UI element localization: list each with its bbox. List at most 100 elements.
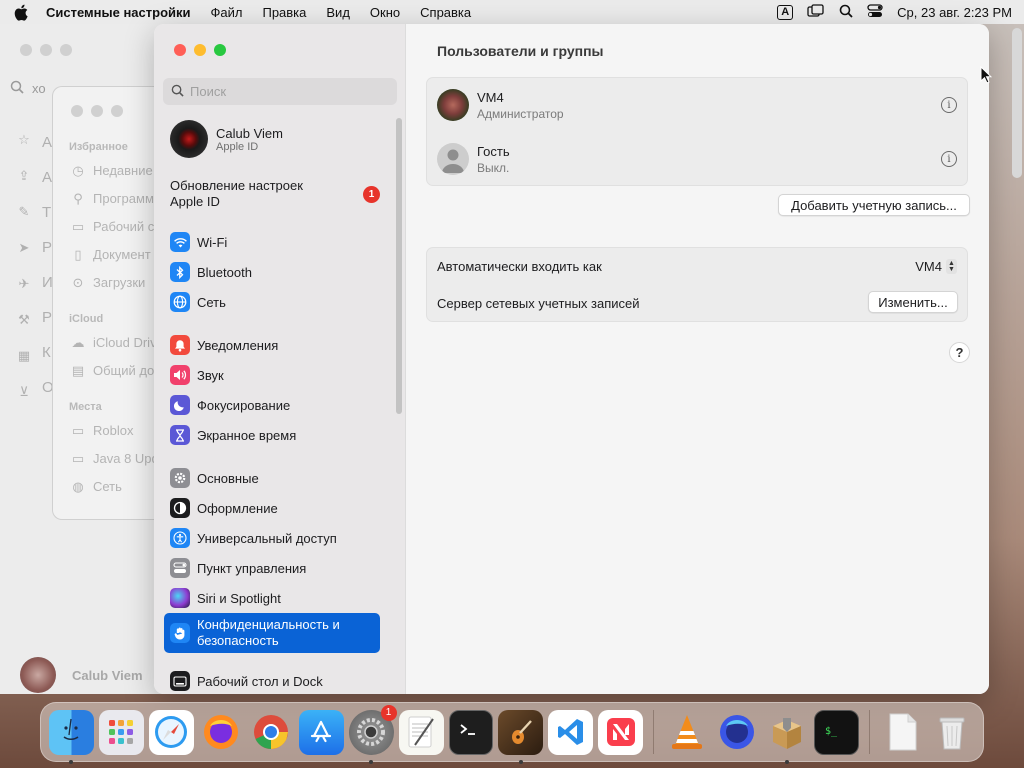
- terminal-icon[interactable]: [448, 709, 494, 755]
- sidebar-item-label: Экранное время: [197, 427, 297, 443]
- screen-mirroring-icon[interactable]: [807, 3, 825, 21]
- app-store-icon[interactable]: [298, 709, 344, 755]
- sidebar-item-network[interactable]: Сеть: [164, 288, 380, 316]
- minimize-button[interactable]: [194, 44, 206, 56]
- menu-edit[interactable]: Правка: [262, 5, 306, 20]
- sidebar-item-privacy-security[interactable]: Конфиденциальность и безопасность: [164, 613, 380, 653]
- control-center-icon[interactable]: [867, 3, 883, 21]
- launchpad-icon[interactable]: [98, 709, 144, 755]
- finder-icon[interactable]: [49, 709, 94, 764]
- menu-help[interactable]: Справка: [420, 5, 471, 20]
- user-name: Гость: [477, 143, 510, 159]
- hand-icon: [170, 623, 190, 643]
- finder-item-roblox[interactable]: ▭ Roblox: [71, 423, 134, 439]
- safari-icon[interactable]: [148, 709, 194, 755]
- finder-item-shared[interactable]: ▤ Общий до: [71, 363, 154, 379]
- sidebar-scrollbar[interactable]: [396, 118, 402, 414]
- background-user[interactable]: Calub Viem: [10, 648, 153, 702]
- search-input[interactable]: [190, 84, 380, 99]
- send-icon: ➤: [18, 240, 30, 255]
- sidebar-item-label: Конфиденциальность и безопасность: [197, 617, 340, 648]
- textedit-icon[interactable]: [398, 709, 444, 755]
- sidebar-item-screen-time[interactable]: Экранное время: [164, 421, 380, 449]
- finder-item-recent[interactable]: ◷ Недавние: [71, 163, 152, 179]
- user-row-guest[interactable]: Гость Выкл. i: [427, 132, 967, 186]
- sidebar-item-label: Пункт управления: [197, 560, 307, 576]
- sidebar-item-label: Siri и Spotlight: [197, 590, 281, 606]
- info-icon[interactable]: i: [941, 151, 957, 167]
- installer-icon[interactable]: [764, 710, 809, 764]
- finder-window-controls[interactable]: [71, 105, 123, 117]
- apple-id-update-item[interactable]: Обновление настроек Apple ID 1: [170, 178, 380, 210]
- avatar: [20, 657, 56, 693]
- script-terminal-icon[interactable]: $_: [814, 709, 860, 755]
- sidebar-search[interactable]: [163, 78, 397, 105]
- menu-window[interactable]: Окно: [370, 5, 400, 20]
- spotlight-search-icon[interactable]: [839, 4, 853, 21]
- finder-item-icloud-drive[interactable]: ☁ iCloud Driv: [71, 335, 157, 351]
- help-button[interactable]: ?: [949, 342, 970, 363]
- sidebar-item-sound[interactable]: Звук: [164, 361, 380, 389]
- menu-clock[interactable]: Ср, 23 авг. 2:23 PM: [897, 5, 1012, 20]
- finder-section-favorites: Избранное: [69, 141, 128, 153]
- search-icon: [171, 84, 184, 100]
- close-button[interactable]: [174, 44, 186, 56]
- sidebar-item-label: Оформление: [197, 500, 278, 516]
- auto-login-select[interactable]: VM4 ▲ ▼: [915, 259, 957, 274]
- finder-item-applications[interactable]: ⚲ Программ: [71, 190, 154, 207]
- menu-view[interactable]: Вид: [326, 5, 350, 20]
- firefox-icon[interactable]: [199, 710, 244, 755]
- info-icon[interactable]: i: [941, 97, 957, 113]
- background-window-controls[interactable]: [20, 44, 72, 56]
- edit-button[interactable]: Изменить...: [868, 291, 958, 313]
- finder-item-documents[interactable]: ▯ Документ: [71, 247, 150, 263]
- screen-scrollbar[interactable]: [1012, 28, 1022, 178]
- finder-item-java[interactable]: ▭ Java 8 Upd: [71, 451, 159, 467]
- input-source-indicator[interactable]: A: [777, 4, 794, 20]
- auto-login-value: VM4: [915, 259, 942, 274]
- applications-icon: ⚲: [73, 190, 83, 206]
- dock-separator: [869, 710, 871, 754]
- system-settings-icon[interactable]: 1: [348, 704, 397, 764]
- apple-menu-icon[interactable]: [12, 3, 30, 21]
- settings-content: Пользователи и группы VM4 Администратор …: [406, 24, 989, 694]
- sidebar-item-siri-spotlight[interactable]: Siri и Spotlight: [164, 584, 380, 612]
- user-row-vm4[interactable]: VM4 Администратор i: [427, 78, 967, 132]
- sidebar-item-appearance[interactable]: Оформление: [164, 494, 380, 522]
- sidebar-item-control-center[interactable]: Пункт управления: [164, 554, 380, 582]
- news-icon[interactable]: [598, 709, 644, 755]
- trash-icon[interactable]: [930, 710, 975, 755]
- vscode-icon[interactable]: [548, 709, 594, 755]
- svg-text:$_: $_: [825, 726, 838, 737]
- sidebar-item-general[interactable]: Основные: [164, 464, 380, 492]
- document-icon[interactable]: [880, 710, 925, 755]
- menu-app-name[interactable]: Системные настройки: [46, 5, 191, 20]
- menu-file[interactable]: Файл: [211, 5, 243, 20]
- garageband-icon[interactable]: [498, 709, 544, 764]
- sidebar-item-bluetooth[interactable]: Bluetooth: [164, 258, 380, 286]
- page-title: Пользователи и группы: [437, 43, 604, 59]
- apple-id-account[interactable]: Calub Viem Apple ID: [170, 120, 283, 158]
- background-search[interactable]: хо: [10, 80, 46, 97]
- sidebar-item-notifications[interactable]: Уведомления: [164, 331, 380, 359]
- finder-item-desktop[interactable]: ▭ Рабочий с: [71, 219, 154, 235]
- window-controls: [174, 44, 226, 56]
- sidebar-item-focus[interactable]: Фокусирование: [164, 391, 380, 419]
- chrome-icon[interactable]: [249, 710, 294, 755]
- dock: 1 $_: [40, 702, 984, 764]
- sidebar-item-wifi[interactable]: Wi-Fi: [164, 228, 380, 256]
- zoom-button[interactable]: [214, 44, 226, 56]
- wifi-icon: [170, 232, 190, 252]
- finder-item-label: iCloud Driv: [93, 335, 157, 350]
- vlc-icon[interactable]: [664, 710, 709, 755]
- finder-item-network[interactable]: ◍ Сеть: [71, 479, 122, 495]
- sidebar-item-desktop-dock[interactable]: Рабочий стол и Dock: [164, 667, 380, 694]
- gear-icon: [170, 468, 190, 488]
- firefox-dev-icon[interactable]: [714, 710, 759, 755]
- moon-icon: [170, 395, 190, 415]
- finder-item-downloads[interactable]: ⊙ Загрузки: [71, 275, 146, 291]
- grid-icon: ▦: [17, 348, 31, 363]
- sidebar-item-accessibility[interactable]: Универсальный доступ: [164, 524, 380, 552]
- dock-badge: 1: [380, 704, 397, 721]
- add-account-button[interactable]: Добавить учетную запись...: [778, 194, 970, 216]
